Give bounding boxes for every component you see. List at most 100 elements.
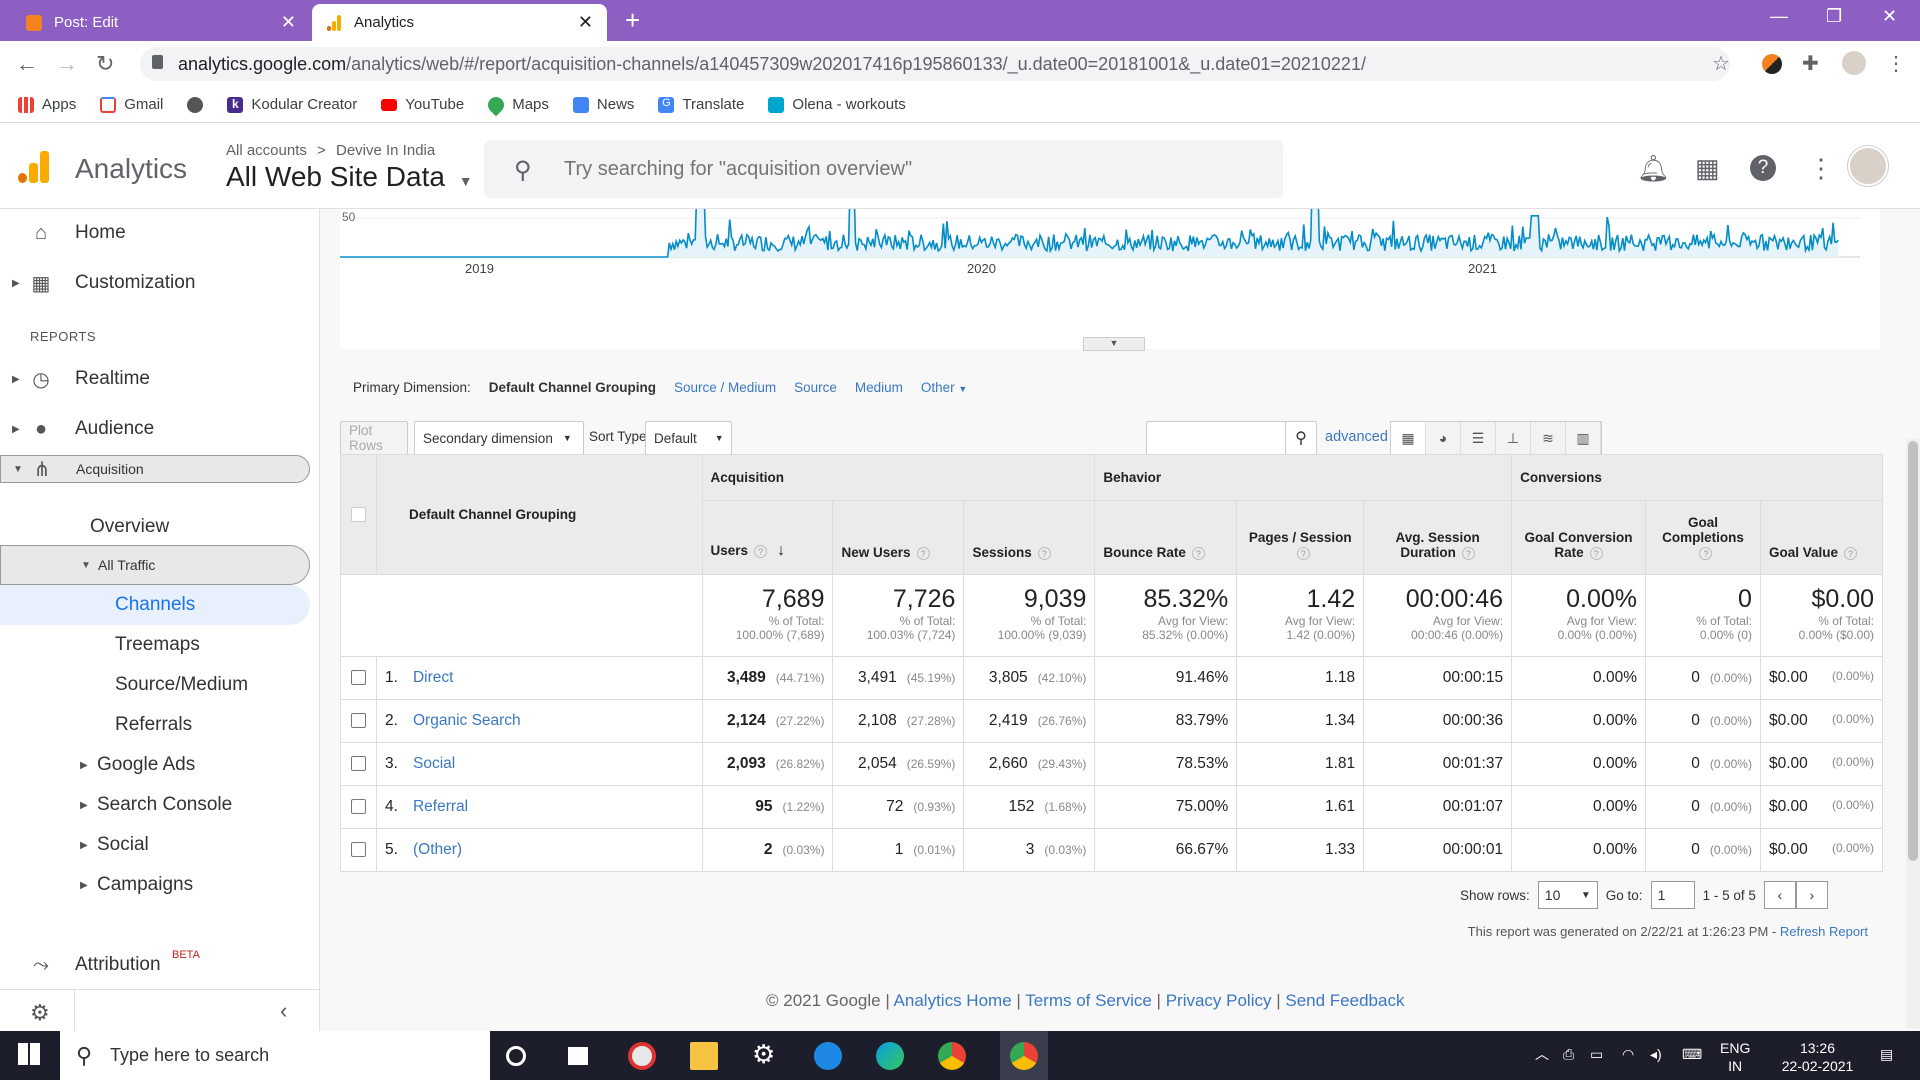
row-checkbox[interactable]	[350, 713, 366, 729]
col-goal-completions[interactable]: Goal Completions?	[1645, 500, 1761, 575]
sidebar-item-campaigns[interactable]: ▶ Campaigns	[0, 865, 310, 905]
chrome-active-icon[interactable]	[1010, 1042, 1038, 1070]
collapse-chevron-icon[interactable]: ‹	[280, 998, 287, 1024]
select-all-checkbox[interactable]	[350, 507, 366, 523]
clock[interactable]: 13:26 22-02-2021	[1770, 1039, 1865, 1075]
col-avg-session-duration[interactable]: Avg. Session Duration?	[1363, 500, 1513, 575]
col-new-users[interactable]: New Users?	[832, 500, 965, 575]
sidebar-item-all-traffic[interactable]: ▼ All Traffic	[0, 545, 310, 585]
dimension-source[interactable]: Source	[794, 380, 837, 395]
bookmark-globe[interactable]	[187, 96, 204, 113]
analytics-home-link[interactable]: Analytics Home	[894, 991, 1012, 1010]
breadcrumb-property[interactable]: Devive In India	[336, 142, 435, 159]
col-sessions[interactable]: Sessions?	[963, 500, 1096, 575]
pivot-view-icon[interactable]: ▥	[1566, 422, 1601, 454]
bookmark-news[interactable]: News	[572, 96, 634, 113]
help-icon[interactable]: ?	[1750, 155, 1776, 181]
search-input[interactable]: ⚲ Try searching for "acquisition overvie…	[484, 140, 1283, 198]
new-tab-plus-icon[interactable]: +	[625, 5, 640, 36]
col-goal-conversion-rate[interactable]: Goal Conversion Rate?	[1511, 500, 1646, 575]
sidebar-item-search-console[interactable]: ▶ Search Console	[0, 785, 310, 825]
analytics-logo-icon[interactable]	[18, 151, 52, 183]
row-checkbox[interactable]	[350, 842, 366, 858]
tray-chevron-icon[interactable]: ︿	[1535, 1045, 1549, 1063]
bookmark-maps[interactable]: Maps	[484, 93, 549, 116]
notifications-bell-icon[interactable]: 🔔︎	[1637, 153, 1670, 184]
url-field[interactable]: analytics.google.com/analytics/web/#/rep…	[140, 47, 1730, 81]
maximize-icon[interactable]: ❐	[1826, 6, 1842, 27]
row-checkbox[interactable]	[350, 670, 366, 686]
sidebar-item-audience[interactable]: ▶ ● Audience	[0, 405, 310, 453]
sidebar-item-referrals[interactable]: Referrals	[0, 705, 310, 745]
battery-icon[interactable]: ▭	[1590, 1045, 1603, 1063]
help-icon[interactable]: ?	[1699, 547, 1713, 560]
browser-menu-icon[interactable]: ⋮	[1886, 51, 1906, 76]
forward-arrow-icon[interactable]: →	[56, 51, 78, 77]
dimension-column-header[interactable]: Default Channel Grouping	[375, 454, 703, 575]
view-selector[interactable]: All Web Site Data ▼	[226, 161, 473, 193]
help-icon[interactable]: ?	[1589, 547, 1603, 560]
settings-gear-icon[interactable]: ⚙	[752, 1039, 780, 1069]
channel-link[interactable]: Referral	[413, 798, 468, 815]
bookmark-kodular[interactable]: k Kodular Creator	[227, 96, 357, 113]
sidebar-item-source-medium[interactable]: Source/Medium	[0, 665, 310, 705]
cortana-icon[interactable]	[506, 1046, 526, 1066]
secondary-dimension-dropdown[interactable]: Secondary dimension ▼	[414, 421, 584, 455]
chrome-icon[interactable]	[938, 1042, 966, 1070]
prev-page-icon[interactable]: ‹	[1763, 881, 1796, 909]
keyboard-icon[interactable]: ⌨	[1682, 1045, 1702, 1063]
tab-post-edit[interactable]: Post: Edit ✕	[12, 4, 310, 41]
product-name[interactable]: Analytics	[75, 153, 187, 185]
send-feedback-link[interactable]: Send Feedback	[1285, 991, 1404, 1010]
close-icon[interactable]: ✕	[578, 12, 593, 33]
sidebar-item-google-ads[interactable]: ▶ Google Ads	[0, 745, 310, 785]
help-icon[interactable]: ?	[1191, 547, 1205, 560]
dimension-default-channel[interactable]: Default Channel Grouping	[489, 380, 656, 395]
breadcrumb-all-accounts[interactable]: All accounts	[226, 142, 307, 159]
refresh-report-link[interactable]: Refresh Report	[1780, 924, 1868, 939]
page-scrollbar[interactable]	[1906, 439, 1920, 1029]
goto-input[interactable]: 1	[1650, 881, 1695, 909]
channel-link[interactable]: Organic Search	[413, 712, 521, 729]
extension-icon[interactable]	[1762, 54, 1782, 74]
next-page-icon[interactable]: ›	[1795, 881, 1828, 909]
sidebar-item-channels[interactable]: Channels	[0, 585, 310, 625]
help-icon[interactable]: ?	[916, 547, 930, 560]
tray-device-icon[interactable]: ⎙	[1563, 1045, 1574, 1063]
wifi-icon[interactable]: ◠	[1622, 1045, 1634, 1063]
sidebar-item-overview[interactable]: Overview	[0, 507, 310, 547]
profile-avatar[interactable]	[1842, 51, 1866, 75]
taskbar-search[interactable]: ⚲ Type here to search	[60, 1031, 490, 1080]
comparison-view-icon[interactable]: ⊥	[1496, 422, 1531, 454]
help-icon[interactable]: ?	[1296, 547, 1310, 560]
help-icon[interactable]: ?	[1037, 547, 1051, 560]
sidebar-item-treemaps[interactable]: Treemaps	[0, 625, 310, 665]
minimize-icon[interactable]: —	[1770, 6, 1788, 27]
plot-rows-button[interactable]: Plot Rows	[340, 421, 408, 455]
task-view-icon[interactable]	[568, 1047, 588, 1065]
bookmark-gmail[interactable]: Gmail	[100, 96, 163, 113]
avatar[interactable]	[1848, 146, 1888, 186]
language-indicator[interactable]: ENG IN	[1720, 1039, 1750, 1075]
bookmark-star-icon[interactable]: ☆	[1712, 51, 1730, 76]
term-cloud-view-icon[interactable]: ≋	[1531, 422, 1566, 454]
pie-view-icon[interactable]: ◕	[1426, 422, 1461, 454]
scrollbar-thumb[interactable]	[1908, 441, 1918, 861]
file-explorer-icon[interactable]	[690, 1042, 718, 1070]
row-checkbox[interactable]	[350, 799, 366, 815]
apps-grid-icon[interactable]: ▦	[1695, 153, 1720, 184]
col-pages-session[interactable]: Pages / Session?	[1236, 500, 1365, 575]
sidebar-item-attribution[interactable]: ⤳ Attribution BETA	[0, 945, 310, 985]
data-table-view-icon[interactable]: ▦	[1391, 422, 1426, 454]
bookmark-translate[interactable]: G Translate	[658, 96, 744, 113]
col-goal-value[interactable]: Goal Value?	[1759, 500, 1884, 575]
bookmark-youtube[interactable]: YouTube	[381, 96, 464, 113]
help-icon[interactable]: ?	[754, 545, 768, 558]
bookmark-olena[interactable]: Olena - workouts	[768, 96, 906, 113]
search-icon[interactable]: ⚲	[1285, 421, 1317, 455]
col-bounce-rate[interactable]: Bounce Rate?	[1094, 500, 1238, 575]
sort-type-dropdown[interactable]: Default ▼	[645, 421, 732, 455]
sidebar-item-customization[interactable]: ▶ ▦ Customization	[0, 259, 310, 307]
channel-link[interactable]: (Other)	[413, 841, 462, 858]
sidebar-item-realtime[interactable]: ▶ ◷ Realtime	[0, 355, 310, 403]
